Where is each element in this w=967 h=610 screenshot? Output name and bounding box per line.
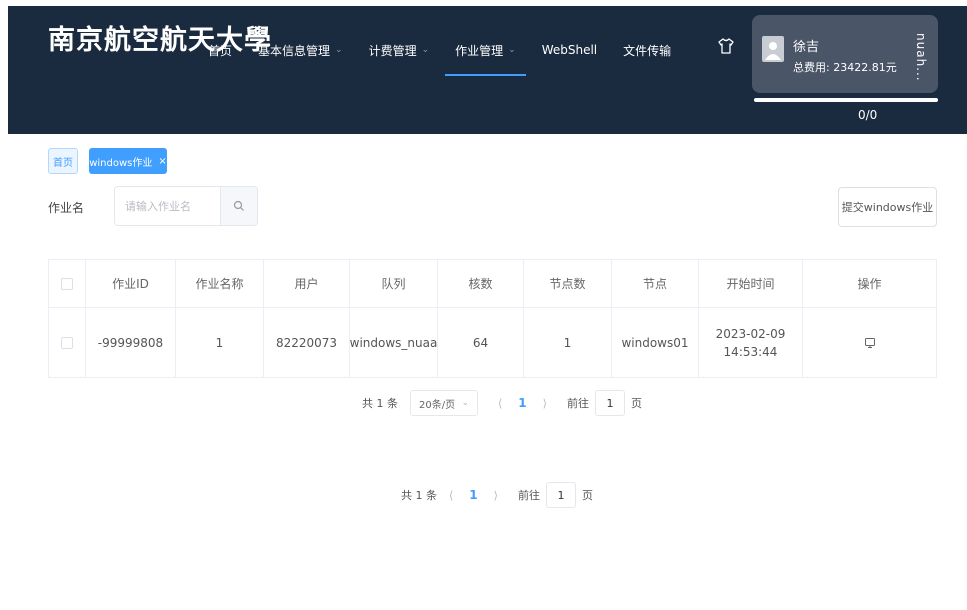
job-name-link[interactable]: 1 — [176, 308, 264, 377]
tab-home[interactable]: 首页 — [48, 148, 78, 174]
column-header: 节点 — [612, 260, 699, 307]
nav-item-billing[interactable]: 计费管理 ⌄ — [369, 40, 430, 60]
row-select-cell — [48, 308, 86, 377]
main-nav: 首页 基本信息管理 ⌄ 计费管理 ⌄ 作业管理 ⌄ WebShell 文件传输 — [208, 40, 697, 76]
chevron-down-icon: ⌄ — [508, 45, 516, 55]
job-name-label: 作业名 — [48, 201, 85, 215]
nav-label: 首页 — [208, 43, 233, 58]
tab-label: windows作业 — [89, 157, 153, 169]
page-unit: 页 — [630, 397, 642, 410]
nav-label: 基本信息管理 — [258, 43, 331, 58]
nav-item-home[interactable]: 首页 — [208, 40, 232, 60]
current-page[interactable]: 1 — [469, 488, 477, 502]
chevron-down-icon: ⌄ — [421, 45, 430, 55]
nav-label: WebShell — [541, 43, 598, 57]
column-header: 队列 — [350, 260, 438, 307]
submit-windows-job-button[interactable]: 提交windows作业 — [838, 187, 937, 227]
nav-item-webshell[interactable]: WebShell — [542, 40, 597, 60]
search-icon — [233, 200, 244, 211]
column-header: 核数 — [438, 260, 524, 307]
user-account-text: nuah... — [914, 33, 928, 82]
pagination-bottom: 共 1 条 ⟨ 1 ⟩ 前往 1 页 — [401, 482, 593, 508]
cores-cell: 64 — [438, 308, 524, 377]
quota-progress-bar — [754, 98, 938, 102]
nav-label: 文件传输 — [623, 43, 672, 58]
pagination-total: 共 1 条 — [362, 397, 398, 410]
theme-shirt-icon[interactable] — [717, 37, 735, 55]
queue-cell: windows_nuaa — [350, 308, 438, 377]
user-fee: 总费用: 23422.81元 — [793, 59, 897, 75]
top-header: 南京航空航天大學 首页 基本信息管理 ⌄ 计费管理 ⌄ 作业管理 ⌄ WebSh… — [8, 6, 967, 134]
monitor-icon[interactable] — [864, 337, 876, 349]
table-header-row: 作业ID 作业名称 用户 队列 核数 节点数 节点 开始时间 操作 — [48, 260, 937, 308]
current-page[interactable]: 1 — [518, 396, 526, 410]
prev-page-icon[interactable]: ⟨ — [449, 489, 453, 502]
nav-item-basic-info[interactable]: 基本信息管理 ⌄ — [258, 40, 343, 60]
search-button[interactable] — [220, 186, 258, 226]
column-header: 用户 — [264, 260, 350, 307]
page-unit: 页 — [581, 489, 593, 502]
node-cell: windows01 — [612, 308, 699, 377]
nav-label: 计费管理 — [368, 43, 417, 58]
page-size-value: 20条/页 — [419, 399, 456, 411]
column-header: 作业名称 — [176, 260, 264, 307]
row-checkbox[interactable] — [61, 336, 73, 349]
user-cell: 82220073 — [264, 308, 350, 377]
column-header: 操作 — [803, 260, 937, 307]
job-name-input[interactable]: 请输入作业名 — [114, 186, 220, 226]
column-header: 开始时间 — [699, 260, 803, 307]
tab-windows-jobs[interactable]: windows作业 × — [89, 148, 167, 174]
column-header: 作业ID — [86, 260, 176, 307]
goto-page-input[interactable]: 1 — [545, 482, 576, 508]
quota-progress-text: 0/0 — [858, 108, 878, 122]
start-time-cell: 2023-02-09 14:53:44 — [699, 308, 803, 377]
nav-item-jobs[interactable]: 作业管理 ⌄ — [445, 40, 526, 76]
page-size-select[interactable]: 20条/页 ⌄ — [410, 390, 478, 416]
close-icon[interactable]: × — [158, 156, 166, 167]
action-cell — [803, 308, 937, 377]
prev-page-icon[interactable]: ⟨ — [498, 397, 502, 410]
fee-value: 23422.81元 — [833, 61, 897, 74]
pagination-total: 共 1 条 — [401, 489, 437, 502]
nav-label: 作业管理 — [455, 43, 504, 58]
user-name: 徐吉 — [793, 40, 820, 55]
column-header: 节点数 — [524, 260, 612, 307]
chevron-down-icon: ⌄ — [335, 45, 343, 55]
goto-label: 前往 — [566, 397, 589, 410]
select-all-cell — [48, 260, 86, 307]
nodes-count-cell: 1 — [524, 308, 612, 377]
nav-item-file-transfer[interactable]: 文件传输 — [623, 40, 671, 60]
fee-label: 总费用: — [793, 61, 830, 74]
next-page-icon[interactable]: ⟩ — [494, 489, 498, 502]
jobs-table: 作业ID 作业名称 用户 队列 核数 节点数 节点 开始时间 操作 -99999… — [48, 259, 937, 378]
user-card[interactable]: 徐吉 总费用: 23422.81元 nuah... — [752, 15, 938, 93]
avatar — [762, 36, 784, 62]
pagination-top: 共 1 条 20条/页 ⌄ ⟨ 1 ⟩ 前往 1 页 — [362, 390, 642, 416]
goto-page-input[interactable]: 1 — [594, 390, 625, 416]
select-all-checkbox[interactable] — [61, 277, 73, 290]
job-id-cell: -99999808 — [86, 308, 176, 377]
goto-label: 前往 — [517, 489, 540, 502]
table-row: -99999808 1 82220073 windows_nuaa 64 1 w… — [48, 308, 937, 378]
next-page-icon[interactable]: ⟩ — [543, 397, 547, 410]
chevron-down-icon: ⌄ — [461, 398, 469, 408]
